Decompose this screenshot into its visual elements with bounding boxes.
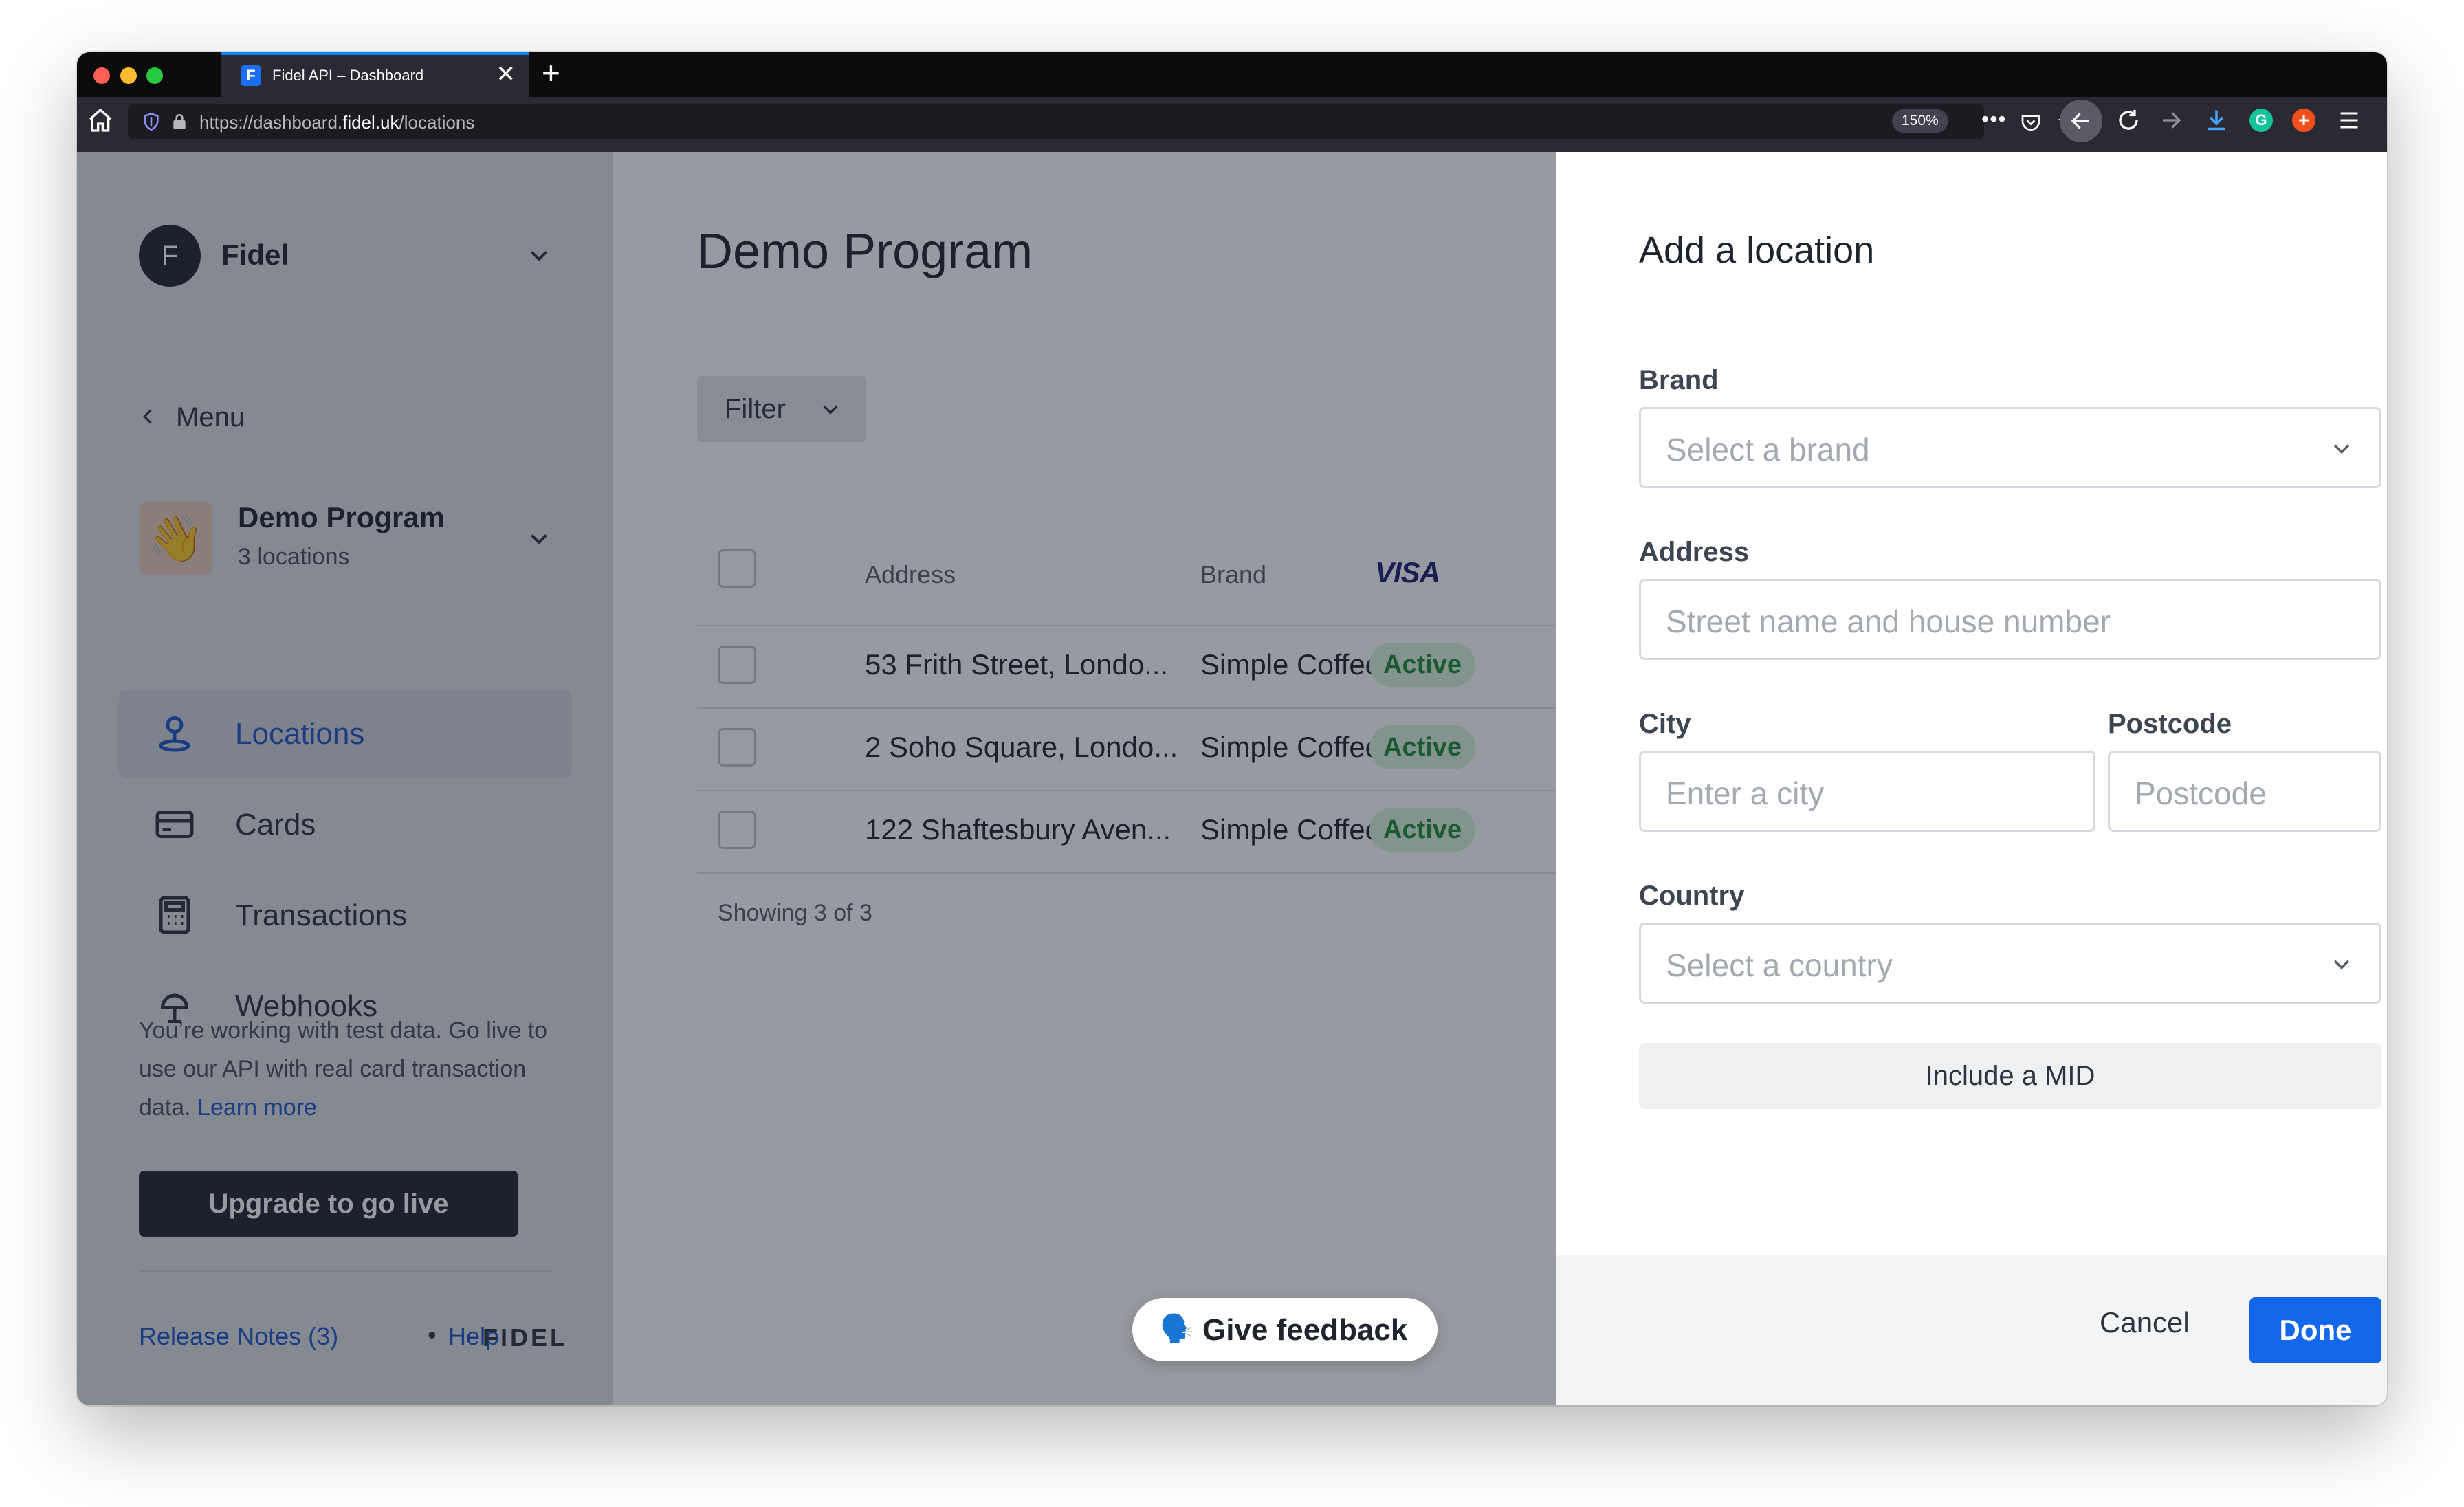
home-icon[interactable] <box>87 107 114 134</box>
page: F Fidel Menu 👋 Demo Program 3 locations … <box>77 152 2387 1405</box>
fidel-favicon-icon: F <box>241 65 261 86</box>
chevron-down-icon <box>2333 960 2350 970</box>
hamburger-icon[interactable] <box>2339 111 2360 130</box>
zoom-level-badge[interactable]: 150% <box>1892 109 1948 133</box>
speaking-head-icon: 🗣️ <box>1160 1314 1194 1344</box>
chevron-down-icon <box>2333 444 2350 454</box>
back-arrow-icon <box>2071 113 2089 129</box>
country-select[interactable]: Select a country <box>1639 923 2382 1004</box>
extension-icon[interactable]: + <box>2292 109 2316 132</box>
brand-label: Brand <box>1639 365 1719 395</box>
address-placeholder: Street name and house number <box>1666 604 2111 639</box>
browser-window: F Fidel API – Dashboard ✕ + https://dash… <box>77 52 2387 1405</box>
cancel-button[interactable]: Cancel <box>2100 1306 2190 1339</box>
country-placeholder: Select a country <box>1666 947 1893 983</box>
brand-select[interactable]: Select a brand <box>1639 407 2382 488</box>
postcode-label: Postcode <box>2108 709 2232 739</box>
reload-icon[interactable] <box>2116 108 2141 133</box>
pocket-icon[interactable] <box>2020 111 2042 133</box>
page-actions-more-icon[interactable]: ••• <box>1981 107 2007 132</box>
grammarly-icon[interactable]: G <box>2250 109 2273 132</box>
add-location-drawer: Add a location Brand Select a brand Addr… <box>1556 152 2387 1405</box>
tab-title: Fidel API – Dashboard <box>272 67 424 84</box>
tab-close-icon[interactable]: ✕ <box>496 63 516 86</box>
lock-icon[interactable] <box>170 112 188 131</box>
tab-bar: F Fidel API – Dashboard ✕ + <box>77 52 2387 97</box>
shield-icon[interactable] <box>142 112 161 131</box>
address-input[interactable]: Street name and house number <box>1639 579 2382 660</box>
city-input[interactable]: Enter a city <box>1639 751 2096 832</box>
city-placeholder: Enter a city <box>1666 776 1825 811</box>
brand-placeholder: Select a brand <box>1666 432 1870 468</box>
country-label: Country <box>1639 881 1745 911</box>
postcode-placeholder: Postcode <box>2135 776 2267 811</box>
maximize-window-button[interactable] <box>146 67 163 84</box>
drawer-footer: Cancel Done <box>1556 1255 2387 1405</box>
include-mid-button[interactable]: Include a MID <box>1639 1043 2382 1109</box>
postcode-input[interactable]: Postcode <box>2108 751 2382 832</box>
drawer-title: Add a location <box>1639 230 1875 271</box>
forward-icon[interactable] <box>2159 108 2184 133</box>
navigation-toolbar: https://dashboard.fidel.uk/locations 150… <box>77 97 2387 152</box>
give-feedback-label: Give feedback <box>1202 1313 1408 1347</box>
give-feedback-button[interactable]: 🗣️ Give feedback <box>1132 1298 1438 1361</box>
download-icon[interactable] <box>2204 107 2229 133</box>
url-text[interactable]: https://dashboard.fidel.uk/locations <box>199 112 474 133</box>
minimize-window-button[interactable] <box>120 67 137 84</box>
browser-tab[interactable]: F Fidel API – Dashboard ✕ <box>221 52 529 97</box>
close-window-button[interactable] <box>94 67 110 84</box>
city-label: City <box>1639 709 1691 739</box>
address-bar[interactable]: https://dashboard.fidel.uk/locations 150… <box>128 104 2082 139</box>
back-button[interactable] <box>2060 100 2102 142</box>
modal-overlay[interactable] <box>77 152 1556 1405</box>
address-label: Address <box>1639 537 1750 567</box>
done-button[interactable]: Done <box>2250 1297 2382 1363</box>
new-tab-button[interactable]: + <box>542 56 560 90</box>
